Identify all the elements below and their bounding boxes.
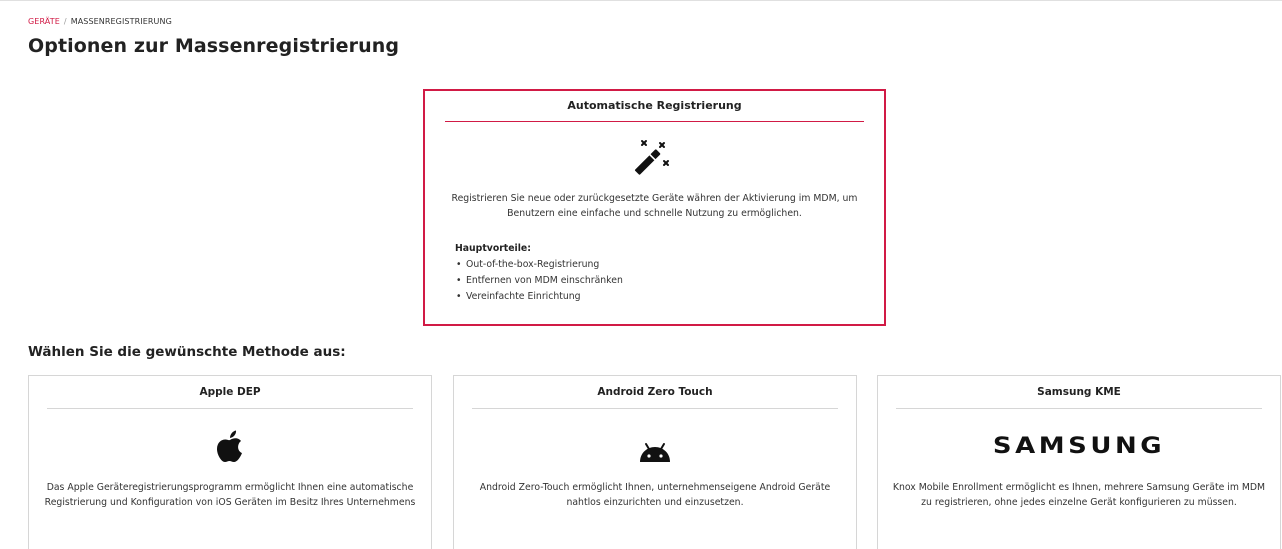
breadcrumb-current: MASSENREGISTRIERUNG xyxy=(70,17,172,26)
method-divider xyxy=(896,408,1262,409)
method-title: Samsung KME xyxy=(1037,386,1121,398)
auto-registration-description: Registrieren Sie neue oder zurückgesetzt… xyxy=(451,193,858,219)
method-divider xyxy=(472,408,838,409)
auto-registration-card: Automatische Registrierung Registrieren … xyxy=(423,89,886,326)
top-divider xyxy=(0,0,1282,1)
auto-registration-divider xyxy=(445,121,864,122)
samsung-logo: SAMSUNG xyxy=(992,433,1166,459)
benefit-item: Vereinfachte Einrichtung xyxy=(455,289,623,305)
method-description: Knox Mobile Enrollment ermöglicht es Ihn… xyxy=(892,482,1266,508)
breadcrumb: GERÄTE / MASSENREGISTRIERUNG xyxy=(28,17,172,26)
method-divider xyxy=(47,408,413,409)
android-icon xyxy=(640,443,670,462)
method-card-apple-dep[interactable]: Apple DEP Das Apple Geräteregistrierungs… xyxy=(28,375,432,549)
benefits-title: Hauptvorteile: xyxy=(455,243,531,254)
method-title: Apple DEP xyxy=(199,386,261,398)
breadcrumb-separator: / xyxy=(63,17,67,26)
benefit-item: Entfernen von MDM einschränken xyxy=(455,273,623,289)
benefit-item: Out-of-the-box-Registrierung xyxy=(455,257,623,273)
methods-heading: Wählen Sie die gewünschte Methode aus: xyxy=(28,344,346,360)
method-card-android-zero-touch[interactable]: Android Zero Touch Android Zero-Touch er… xyxy=(453,375,857,549)
auto-registration-title: Automatische Registrierung xyxy=(567,99,742,112)
method-description: Android Zero-Touch ermöglicht Ihnen, unt… xyxy=(479,482,831,508)
apple-icon xyxy=(217,430,242,462)
page-title: Optionen zur Massenregistrierung xyxy=(28,35,400,57)
breadcrumb-link-devices[interactable]: GERÄTE xyxy=(28,17,60,26)
method-description: Das Apple Geräteregistrierungsprogramm e… xyxy=(44,482,416,508)
method-title: Android Zero Touch xyxy=(597,386,713,398)
benefits-list: Out-of-the-box-Registrierung Entfernen v… xyxy=(455,257,623,305)
method-card-samsung-kme[interactable]: Samsung KME SAMSUNG Knox Mobile Enrollme… xyxy=(877,375,1281,549)
magic-wand-icon xyxy=(634,140,669,175)
